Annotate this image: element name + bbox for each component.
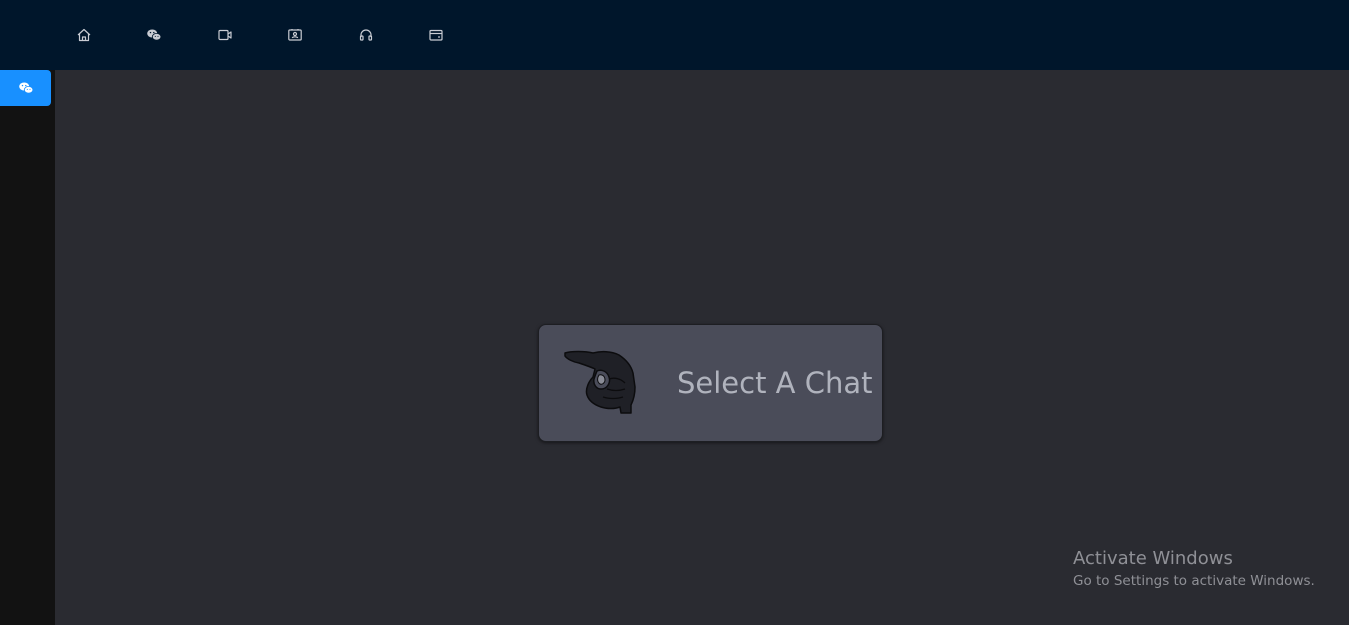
pointing-hand-icon bbox=[564, 350, 636, 414]
watermark-title: Activate Windows bbox=[1073, 548, 1233, 569]
wechat-icon bbox=[18, 82, 33, 94]
wechat-icon bbox=[147, 29, 162, 41]
contact-card-icon bbox=[288, 29, 302, 41]
top-navigation-bar bbox=[0, 0, 1349, 70]
nav-wallet[interactable] bbox=[424, 23, 448, 47]
select-chat-placeholder: Select A Chat bbox=[538, 324, 883, 442]
nav-chat[interactable] bbox=[142, 23, 166, 47]
nav-audio[interactable] bbox=[354, 23, 378, 47]
headphones-icon bbox=[359, 29, 373, 41]
nav-home[interactable] bbox=[72, 23, 96, 47]
home-icon bbox=[77, 28, 91, 42]
sidebar-item-chat[interactable] bbox=[0, 70, 51, 106]
sidebar bbox=[0, 70, 55, 625]
wallet-icon bbox=[429, 29, 443, 41]
chat-main-area: Select A Chat bbox=[55, 70, 1349, 625]
windows-activation-watermark: Activate Windows Go to Settings to activ… bbox=[1073, 547, 1315, 591]
nav-video[interactable] bbox=[213, 23, 237, 47]
video-icon bbox=[218, 29, 232, 41]
select-chat-label: Select A Chat bbox=[677, 366, 873, 400]
watermark-subtitle: Go to Settings to activate Windows. bbox=[1073, 573, 1315, 589]
nav-contacts[interactable] bbox=[283, 23, 307, 47]
